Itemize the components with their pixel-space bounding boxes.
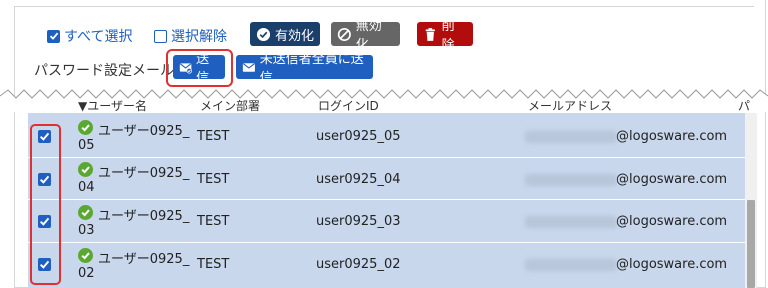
header-extra[interactable]: パ: [738, 97, 750, 114]
row-divider: [28, 199, 745, 200]
active-status-icon: [78, 162, 93, 177]
deselect-label: 選択解除: [171, 29, 227, 45]
username-suffix: 05: [78, 138, 95, 153]
email-redacted: [525, 216, 617, 228]
department-cell: TEST: [197, 129, 230, 144]
username-text: ユーザー0925_: [98, 124, 190, 139]
top-divider: [14, 0, 754, 7]
header-email[interactable]: メールアドレス: [528, 97, 612, 114]
active-status-icon: [78, 205, 93, 220]
mail-icon: [242, 62, 255, 72]
row-divider: [28, 157, 745, 158]
delete-label: 削除: [441, 19, 455, 53]
select-all-label: すべて選択: [64, 29, 133, 45]
email-redacted: [525, 174, 617, 186]
checkbox-checked-icon: [47, 29, 60, 43]
send-button-highlight: [166, 49, 233, 87]
email-cell: @logosware.com: [616, 172, 728, 187]
trash-icon: [425, 27, 435, 41]
department-cell: TEST: [197, 172, 230, 187]
active-status-icon: [78, 120, 93, 135]
prohibited-icon: [337, 27, 351, 41]
username-suffix: 02: [78, 266, 95, 281]
enable-button[interactable]: 有効化: [250, 22, 320, 46]
login-id-cell: user0925_02: [316, 257, 401, 272]
deselect-link[interactable]: 選択解除: [154, 26, 227, 46]
password-mail-label: パスワード設定メール: [34, 63, 174, 79]
email-cell: @logosware.com: [616, 257, 728, 272]
header-login-id[interactable]: ログインID: [318, 97, 379, 114]
login-id-cell: user0925_05: [316, 129, 401, 144]
email-cell: @logosware.com: [616, 214, 728, 229]
scrollbar-thumb[interactable]: [747, 200, 755, 288]
send-all-label: 未送信者全員に送信: [259, 52, 364, 86]
email-redacted: [525, 131, 617, 143]
active-status-icon: [78, 248, 93, 263]
username-text: ユーザー0925_: [98, 209, 190, 224]
login-id-cell: user0925_04: [316, 172, 401, 187]
delete-button[interactable]: 削除: [417, 19, 473, 53]
checkbox-column-highlight: [30, 124, 61, 285]
username-text: ユーザー0925_: [98, 166, 190, 181]
header-department[interactable]: メイン部署: [200, 97, 260, 114]
email-redacted: [525, 259, 617, 271]
username-text: ユーザー0925_: [98, 252, 190, 267]
department-cell: TEST: [197, 257, 230, 272]
username-suffix: 03: [78, 223, 95, 238]
username-suffix: 04: [78, 180, 95, 195]
email-cell: @logosware.com: [616, 129, 728, 144]
header-username[interactable]: ▼ユーザー名: [78, 97, 147, 114]
row-divider: [28, 242, 745, 243]
check-circle-icon: [256, 27, 271, 41]
enable-label: 有効化: [275, 28, 315, 44]
department-cell: TEST: [197, 214, 230, 229]
select-all-link[interactable]: すべて選択: [47, 26, 132, 46]
disable-button[interactable]: 無効化: [331, 19, 400, 53]
checkbox-empty-icon: [154, 29, 167, 43]
send-all-unsent-button[interactable]: 未送信者全員に送信: [236, 52, 373, 86]
login-id-cell: user0925_03: [316, 214, 401, 229]
